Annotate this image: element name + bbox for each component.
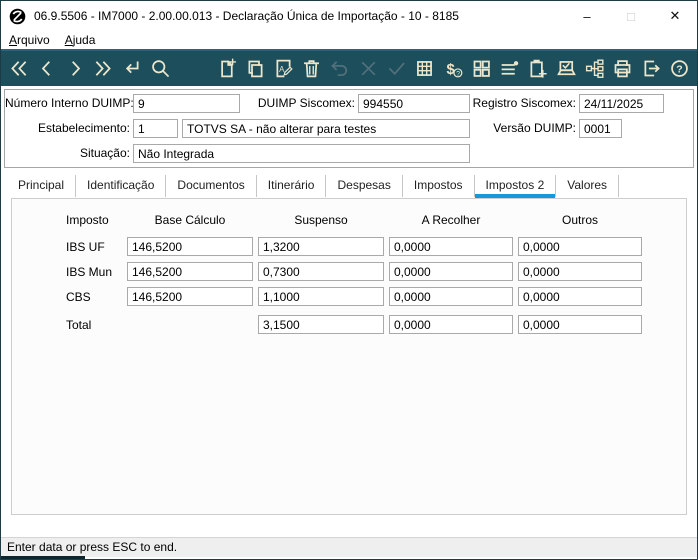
- maximize-button: □: [627, 8, 635, 24]
- tab-despesas[interactable]: Despesas: [326, 175, 403, 197]
- tax-value-suspenso-input[interactable]: [258, 262, 384, 281]
- enter-return-icon[interactable]: [121, 57, 142, 80]
- estabelecimento-descricao-input[interactable]: [182, 119, 470, 138]
- print-icon[interactable]: [612, 57, 633, 80]
- tab-identificacao[interactable]: Identificação: [76, 175, 167, 197]
- first-record-icon[interactable]: [8, 57, 29, 80]
- menu-bar: Arquivo Ajuda: [1, 31, 697, 49]
- col-header-imposto: Imposto: [66, 213, 109, 227]
- minimize-button[interactable]: –: [565, 1, 609, 31]
- tax-row-label: CBS: [66, 289, 91, 304]
- help-icon[interactable]: [669, 57, 690, 80]
- tab-bar: Principal Identificação Documentos Itinerár…: [7, 175, 620, 198]
- monitor-check-icon[interactable]: [556, 57, 577, 80]
- tax-row-cbs: CBS: [66, 287, 686, 306]
- new-document-icon[interactable]: [216, 57, 237, 80]
- menu-item-arquivo[interactable]: Arquivo: [9, 33, 50, 47]
- tab-documentos[interactable]: Documentos: [166, 175, 257, 197]
- tax-table-header: Imposto Base Cálculo Suspenso A Recolher…: [66, 213, 686, 227]
- close-button[interactable]: ✕: [653, 1, 697, 31]
- toolbar: [1, 49, 697, 86]
- window-title: 06.9.5506 - IM7000 - 2.00.00.013 - Decla…: [34, 9, 459, 23]
- versao-duimp-label: Versão DUIMP:: [493, 121, 576, 135]
- tax-value-base-input[interactable]: [127, 237, 253, 256]
- estabelecimento-label: Estabelecimento:: [37, 121, 130, 135]
- tax-value-outros-input[interactable]: [518, 262, 642, 281]
- clipboard-add-icon[interactable]: [527, 57, 548, 80]
- tax-value-outros-input[interactable]: [518, 237, 642, 256]
- header-form-panel: Número Interno DUIMP: DUIMP Siscomex: Re…: [4, 89, 694, 168]
- delete-trash-icon[interactable]: [301, 57, 322, 80]
- tax-table: Imposto Base Cálculo Suspenso A Recolher…: [12, 199, 686, 334]
- toolbar-spacer: [178, 68, 209, 69]
- tax-value-suspenso-input[interactable]: [258, 237, 384, 256]
- estabelecimento-input[interactable]: [133, 119, 178, 138]
- numero-interno-label: Número Interno DUIMP:: [5, 96, 134, 110]
- edit-document-icon[interactable]: [273, 57, 294, 80]
- tab-itinerario[interactable]: Itinerário: [257, 175, 327, 197]
- status-bar: Enter data or press ESC to end.: [1, 537, 697, 557]
- tab-content-panel: Imposto Base Cálculo Suspenso A Recolher…: [11, 198, 687, 515]
- col-header-suspenso: Suspenso: [294, 213, 348, 227]
- col-header-a-recolher: A Recolher: [421, 213, 481, 227]
- duimp-siscomex-label: DUIMP Siscomex:: [257, 96, 355, 110]
- situacao-input[interactable]: [133, 144, 470, 163]
- cancel-x-icon: [358, 57, 379, 80]
- org-tree-icon[interactable]: [584, 57, 605, 80]
- tax-row-total: Total: [66, 315, 686, 334]
- tax-row-label: IBS UF: [66, 239, 105, 254]
- modules-grid-icon[interactable]: [471, 57, 492, 80]
- tax-value-a-recolher-input[interactable]: [389, 315, 513, 334]
- app-window: 06.9.5506 - IM7000 - 2.00.00.013 - Decla…: [0, 0, 698, 560]
- last-record-icon[interactable]: [93, 57, 114, 80]
- tax-value-base-input[interactable]: [127, 262, 253, 281]
- confirm-check-icon: [386, 57, 407, 80]
- tax-value-a-recolher-input[interactable]: [389, 287, 513, 306]
- numero-interno-input[interactable]: [133, 94, 240, 113]
- tax-value-base-input[interactable]: [127, 287, 253, 306]
- tab-valores[interactable]: Valores: [556, 175, 620, 197]
- tab-impostos[interactable]: Impostos: [403, 175, 475, 197]
- background-window-edge: [1, 556, 85, 559]
- tax-table-rows: IBS UF IBS Mun CBS Total: [66, 237, 686, 334]
- exit-icon[interactable]: [640, 57, 661, 80]
- search-icon[interactable]: [149, 57, 170, 80]
- next-record-icon[interactable]: [65, 57, 86, 80]
- tax-row-label: Total: [66, 317, 92, 332]
- duimp-siscomex-input[interactable]: [358, 94, 470, 113]
- undo-icon: [329, 57, 350, 80]
- registro-siscomex-input[interactable]: [579, 94, 664, 113]
- tax-row-ibs-mun: IBS Mun: [66, 262, 686, 281]
- title-bar: 06.9.5506 - IM7000 - 2.00.00.013 - Decla…: [1, 1, 697, 31]
- window-controls: – □ ✕: [565, 1, 697, 31]
- tax-value-suspenso-input[interactable]: [258, 287, 384, 306]
- tax-value-suspenso-input[interactable]: [258, 315, 384, 334]
- registro-siscomex-label: Registro Siscomex:: [472, 96, 576, 110]
- col-header-base-calculo: Base Cálculo: [154, 213, 226, 227]
- tax-row-label: IBS Mun: [66, 264, 113, 279]
- status-message: Enter data or press ESC to end.: [7, 540, 178, 554]
- versao-duimp-input[interactable]: [579, 119, 622, 138]
- situacao-label: Situação:: [79, 146, 130, 160]
- table-grid-icon[interactable]: [414, 57, 435, 80]
- copy-document-icon[interactable]: [244, 57, 265, 80]
- tax-value-a-recolher-input[interactable]: [389, 237, 513, 256]
- col-header-outros: Outros: [561, 213, 598, 227]
- currency-query-icon[interactable]: [442, 57, 463, 80]
- tax-value-outros-input[interactable]: [518, 287, 642, 306]
- tax-value-outros-input[interactable]: [518, 315, 642, 334]
- list-details-icon[interactable]: [499, 57, 520, 80]
- previous-record-icon[interactable]: [36, 57, 57, 80]
- tab-impostos-2[interactable]: Impostos 2: [474, 175, 557, 198]
- tab-principal[interactable]: Principal: [7, 175, 77, 197]
- app-logo-icon: [9, 8, 26, 24]
- tax-value-a-recolher-input[interactable]: [389, 262, 513, 281]
- tax-row-ibs-uf: IBS UF: [66, 237, 686, 256]
- menu-item-ajuda[interactable]: Ajuda: [65, 33, 96, 47]
